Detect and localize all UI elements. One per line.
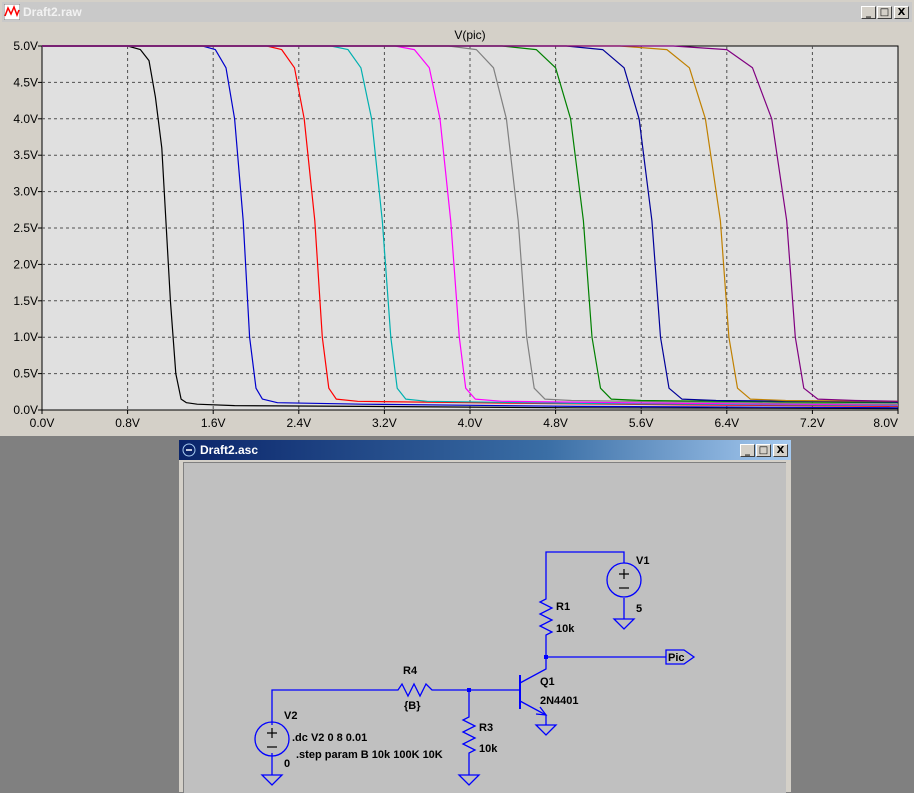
r1-resistor[interactable]: [538, 575, 554, 657]
x-tick-label: 3.2V: [372, 416, 397, 430]
r1-name[interactable]: R1: [556, 601, 570, 613]
close-button[interactable]: X: [894, 5, 909, 19]
x-tick-label: 0.8V: [115, 416, 140, 430]
y-tick-label: 1.5V: [13, 294, 38, 308]
y-tick-label: 4.0V: [13, 112, 38, 126]
y-tick-label: 0.0V: [13, 403, 38, 417]
schematic-canvas[interactable]: Pic V1 5 R1 10k Q1 2N4401 R4 {B} R3 10k …: [183, 462, 786, 793]
r3-value[interactable]: 10k: [479, 743, 498, 755]
x-tick-label: 5.6V: [629, 416, 654, 430]
q1-name[interactable]: Q1: [540, 676, 555, 688]
trace-title[interactable]: V(pic): [454, 28, 485, 42]
junction-dot: [467, 688, 471, 692]
schematic-window: Draft2.asc _ □ X Pic V1 5 R1 10k Q1 2N44…: [179, 440, 791, 793]
v2-source[interactable]: [254, 721, 290, 757]
close-button[interactable]: X: [773, 443, 788, 457]
schematic-window-titlebar[interactable]: Draft2.asc _ □ X: [179, 440, 791, 460]
y-tick-label: 5.0V: [13, 39, 38, 53]
ground-icon: [457, 774, 481, 786]
x-tick-label: 4.0V: [458, 416, 483, 430]
x-tick-label: 7.2V: [800, 416, 825, 430]
schematic-icon: [182, 443, 196, 457]
dc-directive[interactable]: .dc V2 0 8 0.01: [292, 732, 367, 744]
v1-value[interactable]: 5: [636, 603, 642, 615]
schematic-window-title: Draft2.asc: [200, 443, 259, 457]
plot-window-titlebar[interactable]: Draft2.raw _ □ X: [2, 2, 912, 22]
ground-icon: [534, 724, 558, 736]
x-tick-label: 2.4V: [286, 416, 311, 430]
v2-value[interactable]: 0: [284, 758, 290, 770]
r1-value[interactable]: 10k: [556, 623, 575, 635]
step-directive[interactable]: .step param B 10k 100K 10K: [296, 749, 443, 761]
x-tick-label: 0.0V: [30, 416, 55, 430]
y-tick-label: 3.0V: [13, 185, 38, 199]
y-tick-label: 0.5V: [13, 367, 38, 381]
ground-icon: [612, 618, 636, 630]
net-label-pic[interactable]: Pic: [668, 652, 685, 664]
plot-window: Draft2.raw _ □ X 0.0V 0.5V 1.0V 1.5V 2.0V 2.5…: [0, 0, 914, 436]
r3-resistor[interactable]: [461, 690, 477, 775]
r4-name[interactable]: R4: [403, 665, 418, 677]
ground-icon: [260, 774, 284, 786]
r4-value[interactable]: {B}: [404, 700, 421, 712]
maximize-button[interactable]: □: [877, 5, 892, 19]
junction-dot: [544, 655, 548, 659]
minimize-button[interactable]: _: [740, 443, 755, 457]
schematic-drawing[interactable]: Pic V1 5 R1 10k Q1 2N4401 R4 {B} R3 10k …: [184, 463, 786, 793]
waveform-plot[interactable]: 0.0V 0.5V 1.0V 1.5V 2.0V 2.5V 3.0V 3.5V 4.0V 4.5V…: [2, 22, 912, 434]
plot-window-title: Draft2.raw: [23, 5, 82, 19]
r3-name[interactable]: R3: [479, 722, 493, 734]
wire-v1[interactable]: [545, 551, 625, 575]
x-tick-label: 8.0V: [873, 416, 898, 430]
v2-name[interactable]: V2: [284, 710, 297, 722]
y-tick-label: 4.5V: [13, 75, 38, 89]
y-tick-label: 2.0V: [13, 257, 38, 271]
waveform-icon: [4, 4, 20, 20]
y-tick-label: 1.0V: [13, 330, 38, 344]
y-tick-label: 2.5V: [13, 221, 38, 235]
q1-model[interactable]: 2N4401: [540, 695, 579, 707]
x-tick-label: 6.4V: [714, 416, 739, 430]
minimize-button[interactable]: _: [861, 5, 876, 19]
r4-resistor[interactable]: [271, 682, 469, 721]
x-tick-label: 1.6V: [201, 416, 226, 430]
y-tick-label: 3.5V: [13, 148, 38, 162]
v1-name[interactable]: V1: [636, 555, 649, 567]
maximize-button[interactable]: □: [756, 443, 771, 457]
x-tick-label: 4.8V: [543, 416, 568, 430]
v1-source[interactable]: [606, 562, 642, 598]
